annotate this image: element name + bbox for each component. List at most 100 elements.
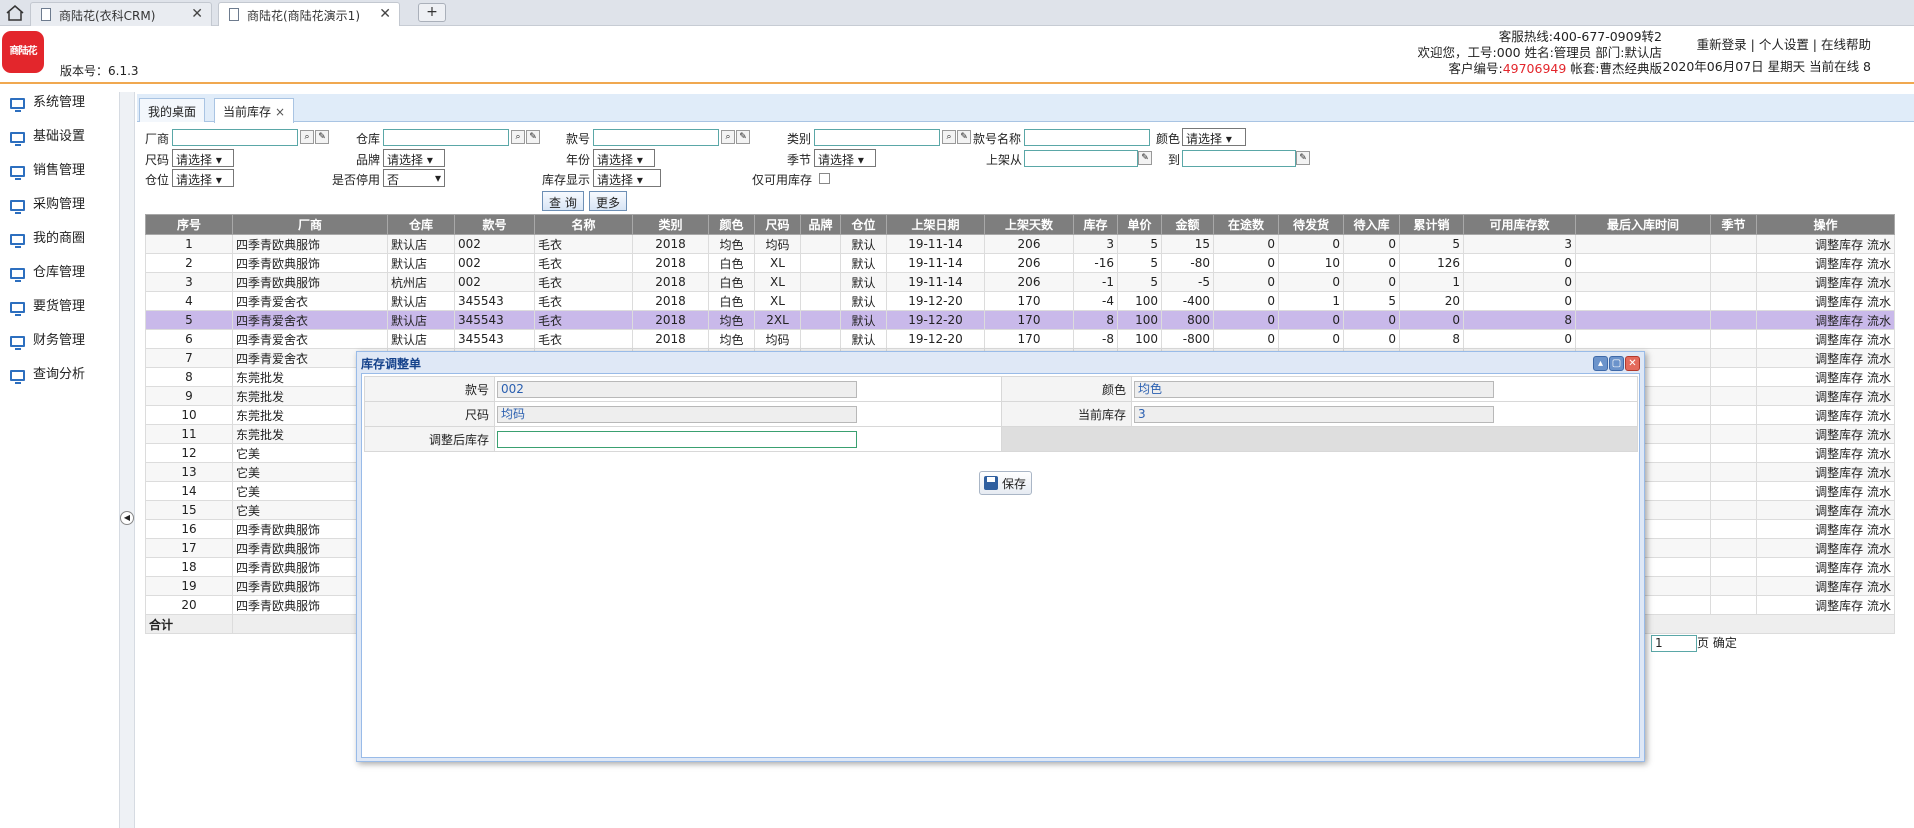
column-header[interactable]: 待入库 (1343, 214, 1400, 235)
adjust-stock-link[interactable]: 调整库存 (1815, 428, 1863, 442)
flow-link[interactable]: 流水 (1867, 352, 1891, 366)
edit-icon[interactable]: ✎ (315, 130, 329, 144)
edit-icon[interactable]: ✎ (526, 130, 540, 144)
calendar-icon[interactable]: ✎ (1138, 151, 1152, 165)
column-header[interactable]: 仓库 (387, 214, 455, 235)
flow-link[interactable]: 流水 (1867, 276, 1891, 290)
adjust-stock-link[interactable]: 调整库存 (1815, 466, 1863, 480)
flow-link[interactable]: 流水 (1867, 599, 1891, 613)
sidebar-item-system[interactable]: 系统管理 (0, 86, 119, 120)
edit-icon[interactable]: ✎ (957, 130, 971, 144)
available-only-checkbox[interactable] (819, 173, 830, 184)
column-header[interactable]: 可用库存数 (1463, 214, 1576, 235)
sidebar-item-basic-settings[interactable]: 基础设置 (0, 120, 119, 154)
flow-link[interactable]: 流水 (1867, 580, 1891, 594)
style-no-input[interactable] (593, 129, 719, 146)
close-icon[interactable]: ✕ (191, 6, 203, 22)
adjust-stock-link[interactable]: 调整库存 (1815, 409, 1863, 423)
adjusted-stock-input[interactable] (497, 430, 857, 448)
flow-link[interactable]: 流水 (1867, 257, 1891, 271)
sidebar-item-warehouse[interactable]: 仓库管理 (0, 256, 119, 290)
tab-my-desk[interactable]: 我的桌面 (139, 98, 206, 122)
column-header[interactable]: 单价 (1117, 214, 1162, 235)
adjust-stock-link[interactable]: 调整库存 (1815, 257, 1863, 271)
column-header[interactable]: 在途数 (1213, 214, 1279, 235)
table-row[interactable]: 1 四季青欧典服饰 默认店 002 毛衣 2018 均色 均码 默认 19-11-14 206 3 5 1… (145, 234, 1895, 254)
season-select[interactable]: 请选择 ▾ (814, 149, 876, 167)
adjust-stock-link[interactable]: 调整库存 (1815, 542, 1863, 556)
column-header[interactable]: 上架日期 (886, 214, 985, 235)
color-select[interactable]: 请选择 ▾ (1182, 128, 1246, 146)
size-select[interactable]: 请选择 ▾ (172, 149, 234, 167)
calendar-icon[interactable]: ✎ (1296, 151, 1310, 165)
search-icon[interactable]: ⌕ (511, 130, 525, 144)
column-header[interactable]: 序号 (145, 214, 233, 235)
page-input[interactable]: 1 (1651, 635, 1697, 652)
flow-link[interactable]: 流水 (1867, 295, 1891, 309)
browser-tab-crm[interactable]: 商陆花(衣科CRM) ✕ (30, 2, 212, 26)
sidebar-item-query-analysis[interactable]: 查询分析 (0, 358, 119, 392)
adjust-stock-link[interactable]: 调整库存 (1815, 599, 1863, 613)
disabled-select[interactable]: 否 ▾ (383, 169, 445, 187)
flow-link[interactable]: 流水 (1867, 314, 1891, 328)
factory-input[interactable] (172, 129, 298, 146)
collapse-icon[interactable]: ▴ (1593, 356, 1608, 371)
adjust-stock-link[interactable]: 调整库存 (1815, 371, 1863, 385)
column-header[interactable]: 上架天数 (984, 214, 1074, 235)
flow-link[interactable]: 流水 (1867, 485, 1891, 499)
column-header[interactable]: 金额 (1161, 214, 1214, 235)
flow-link[interactable]: 流水 (1867, 504, 1891, 518)
table-row[interactable]: 6 四季青爱舍衣 默认店 345543 毛衣 2018 均色 均码 默认 19-12-20 170-… (145, 329, 1895, 349)
sidebar-item-finance[interactable]: 财务管理 (0, 324, 119, 358)
column-header[interactable]: 待发货 (1278, 214, 1344, 235)
adjust-stock-link[interactable]: 调整库存 (1815, 561, 1863, 575)
column-header[interactable]: 颜色 (708, 214, 755, 235)
query-button[interactable]: 查 询 (542, 191, 584, 211)
table-row[interactable]: 3 四季青欧典服饰 杭州店 002 毛衣 2018 白色 XL 默认 19-11-14 206 -1 5… (145, 272, 1895, 292)
new-tab-button[interactable]: + (418, 3, 446, 22)
column-header[interactable]: 类别 (632, 214, 709, 235)
column-header[interactable]: 最后入库时间 (1575, 214, 1711, 235)
sidebar-item-business-circle[interactable]: 我的商圈 (0, 222, 119, 256)
flow-link[interactable]: 流水 (1867, 466, 1891, 480)
flow-link[interactable]: 流水 (1867, 523, 1891, 537)
brand-select[interactable]: 请选择 ▾ (383, 149, 445, 167)
flow-link[interactable]: 流水 (1867, 333, 1891, 347)
flow-link[interactable]: 流水 (1867, 561, 1891, 575)
column-header[interactable]: 名称 (534, 214, 633, 235)
adjust-stock-link[interactable]: 调整库存 (1815, 352, 1863, 366)
tab-current-stock[interactable]: 当前库存 × (214, 98, 295, 123)
style-name-input[interactable] (1024, 129, 1150, 146)
save-button[interactable]: 保存 (979, 471, 1033, 495)
on-shelf-from-input[interactable] (1024, 150, 1138, 167)
year-select[interactable]: 请选择 ▾ (593, 149, 655, 167)
category-input[interactable] (814, 129, 940, 146)
sidebar-item-purchase[interactable]: 采购管理 (0, 188, 119, 222)
table-row[interactable]: 5 四季青爱舍衣 默认店 345543 毛衣 2018 均色 2XL 默认 19-12-20 170… (145, 310, 1895, 330)
page-confirm-button[interactable]: 确定 (1713, 636, 1737, 650)
close-icon[interactable]: × (275, 105, 285, 119)
collapse-arrow-icon[interactable]: ◀ (120, 511, 134, 525)
maximize-icon[interactable]: ▢ (1609, 356, 1624, 371)
column-header[interactable]: 操作 (1756, 214, 1895, 235)
column-header[interactable]: 厂商 (232, 214, 388, 235)
search-icon[interactable]: ⌕ (300, 130, 314, 144)
column-header[interactable]: 款号 (454, 214, 535, 235)
column-header[interactable]: 库存 (1073, 214, 1118, 235)
flow-link[interactable]: 流水 (1867, 409, 1891, 423)
adjust-stock-link[interactable]: 调整库存 (1815, 523, 1863, 537)
adjust-stock-link[interactable]: 调整库存 (1815, 390, 1863, 404)
edit-icon[interactable]: ✎ (736, 130, 750, 144)
flow-link[interactable]: 流水 (1867, 238, 1891, 252)
table-row[interactable]: 2 四季青欧典服饰 默认店 002 毛衣 2018 白色 XL 默认 19-11-14 206 -16… (145, 253, 1895, 273)
search-icon[interactable]: ⌕ (721, 130, 735, 144)
adjust-stock-link[interactable]: 调整库存 (1815, 238, 1863, 252)
close-icon[interactable]: ✕ (1625, 356, 1640, 371)
column-header[interactable]: 累计销 (1399, 214, 1464, 235)
adjust-stock-link[interactable]: 调整库存 (1815, 485, 1863, 499)
adjust-stock-link[interactable]: 调整库存 (1815, 314, 1863, 328)
more-button[interactable]: 更多 (589, 191, 628, 211)
sidebar-item-sales[interactable]: 销售管理 (0, 154, 119, 188)
column-header[interactable]: 季节 (1710, 214, 1757, 235)
flow-link[interactable]: 流水 (1867, 390, 1891, 404)
